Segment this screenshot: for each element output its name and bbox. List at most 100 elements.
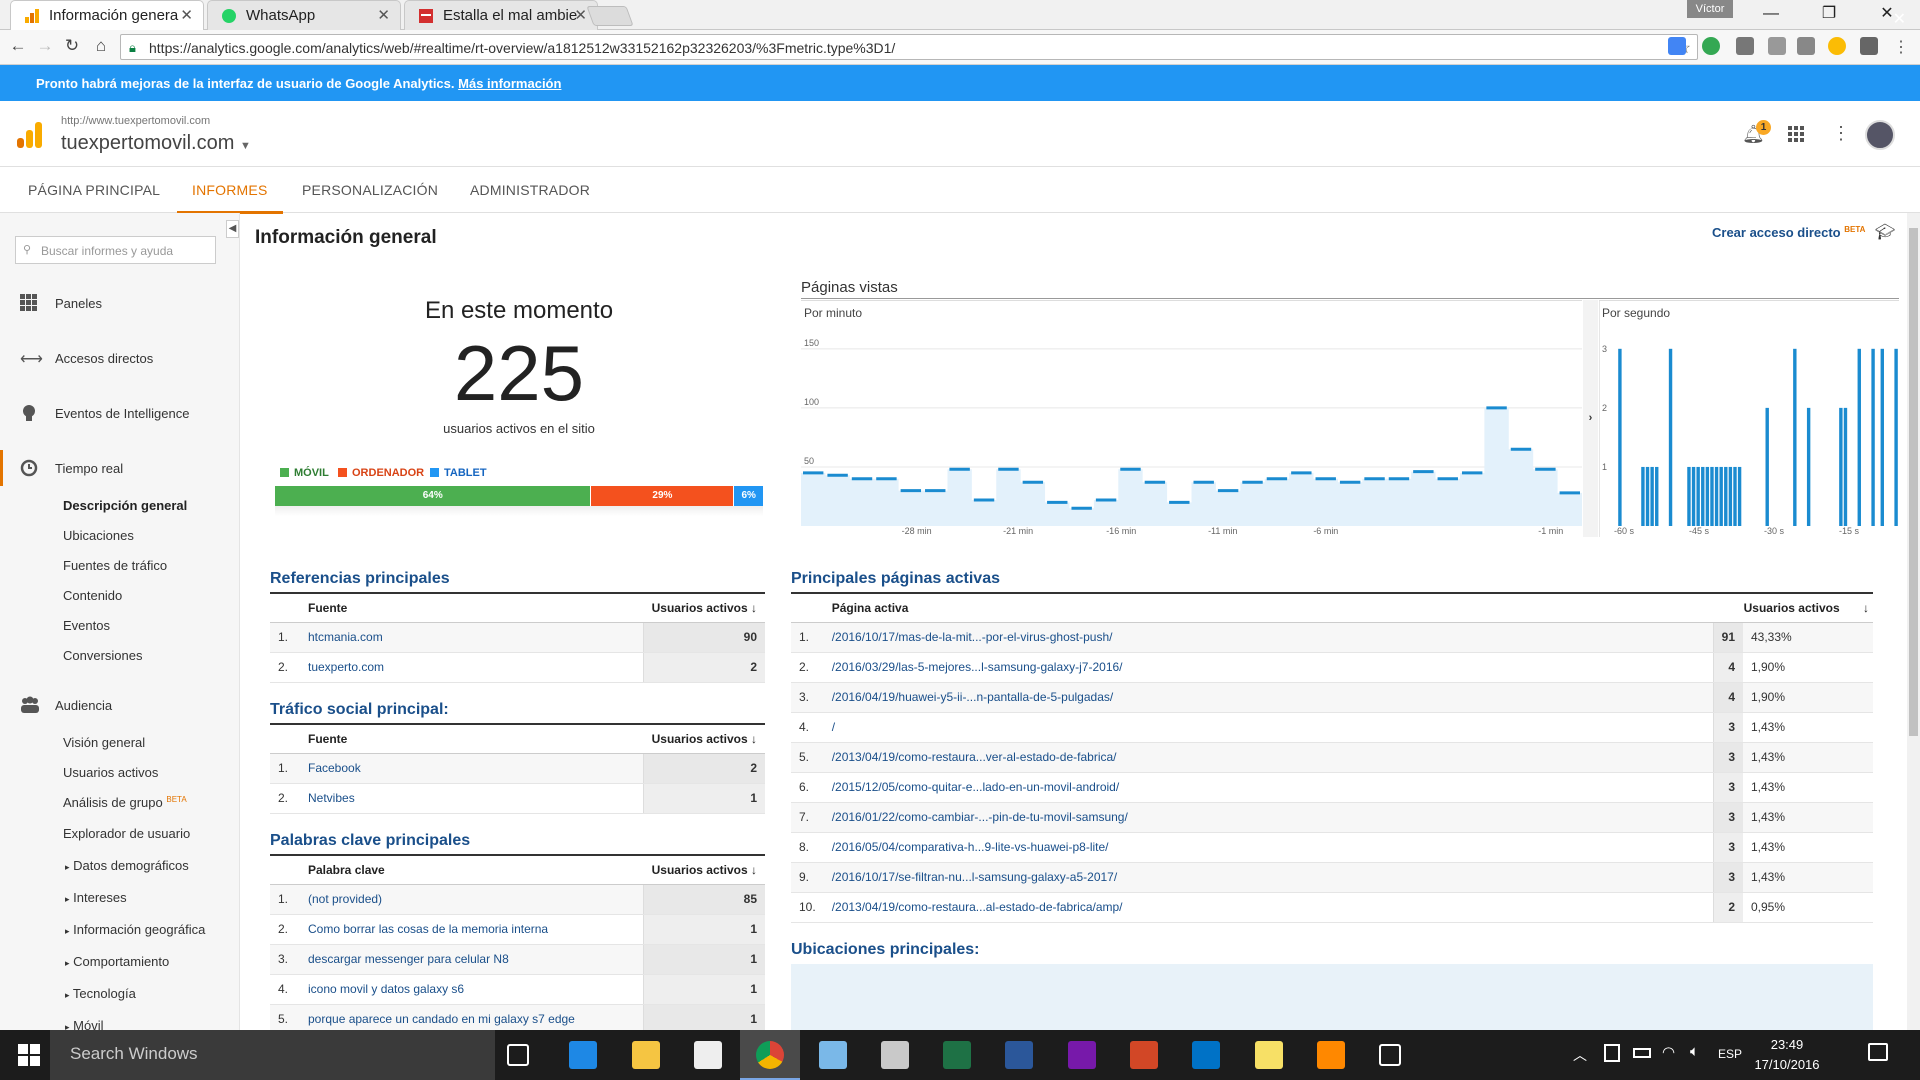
second-bar[interactable]	[1765, 407, 1769, 526]
second-bar[interactable]	[1618, 348, 1622, 526]
sidebar-item-intelligence[interactable]: Eventos de Intelligence	[55, 406, 189, 421]
second-bar[interactable]	[1719, 466, 1723, 526]
scrollbar-thumb[interactable]	[1909, 228, 1918, 736]
sidebar-item-content[interactable]: Contenido	[63, 588, 122, 603]
forward-button[interactable]: →	[33, 35, 57, 59]
more-vert-icon[interactable]: ⋮	[1832, 123, 1850, 144]
paint-icon[interactable]	[818, 1041, 847, 1069]
extension-icon[interactable]	[1736, 37, 1754, 55]
locations-map[interactable]	[791, 964, 1873, 1030]
task-view-icon[interactable]	[507, 1044, 529, 1066]
device-icon[interactable]	[1604, 1044, 1620, 1062]
notifications-icon[interactable]	[1868, 1043, 1888, 1061]
sidebar-item-audience[interactable]: Audiencia	[55, 698, 112, 713]
row-page-link[interactable]: /2016/01/22/como-cambiar-...-pin-de-tu-m…	[823, 802, 1713, 833]
address-bar[interactable]: 🔒︎ https://analytics.google.com/analytic…	[120, 34, 1698, 60]
apps-grid-icon[interactable]	[1788, 126, 1804, 145]
language-indicator[interactable]: ESP	[1718, 1047, 1742, 1061]
row-source-link[interactable]: tuexperto.com	[300, 652, 644, 683]
row-page-link[interactable]: /2016/10/17/mas-de-la-mit...-por-el-viru…	[823, 622, 1713, 653]
second-bar[interactable]	[1733, 466, 1737, 526]
sidebar-group-demographics[interactable]: ▸ Datos demográficos	[65, 858, 189, 873]
row-page-link[interactable]: /2015/12/05/como-quitar-e...lado-en-un-m…	[823, 772, 1713, 803]
second-bar[interactable]	[1701, 466, 1705, 526]
keyword-column-header[interactable]: Palabra clave	[300, 854, 644, 885]
edge-icon[interactable]	[569, 1041, 598, 1069]
second-bar[interactable]	[1880, 348, 1884, 526]
row-page-link[interactable]: /2013/04/19/como-restaura...al-estado-de…	[823, 892, 1713, 923]
second-bar[interactable]	[1650, 466, 1654, 526]
volume-icon[interactable]: 🔈︎	[1690, 1043, 1699, 1060]
sidebar-item-events[interactable]: Eventos	[63, 618, 110, 633]
banner-link[interactable]: Más información	[458, 76, 561, 91]
sidebar-group-interests[interactable]: ▸ Intereses	[65, 890, 127, 905]
minimize-button[interactable]: —	[1748, 0, 1794, 30]
home-button[interactable]: ⌂	[89, 35, 113, 59]
source-column-header[interactable]: Fuente	[300, 723, 644, 754]
second-bar[interactable]	[1894, 348, 1898, 526]
sidebar-item-cohort[interactable]: Análisis de grupo BETA	[63, 795, 187, 810]
row-source-link[interactable]: Netvibes	[300, 783, 644, 814]
back-button[interactable]: ←	[6, 35, 30, 59]
second-bar[interactable]	[1710, 466, 1714, 526]
tab-admin[interactable]: ADMINISTRADOR	[470, 182, 590, 198]
row-keyword-link[interactable]: descargar messenger para celular N8	[300, 944, 644, 975]
row-source-link[interactable]: Facebook	[300, 753, 644, 784]
collapse-sidebar-button[interactable]: ◀	[226, 220, 239, 238]
second-bar[interactable]	[1668, 348, 1673, 526]
source-column-header[interactable]: Fuente	[300, 592, 644, 623]
close-icon[interactable]: ✕	[377, 6, 390, 24]
sidebar-item-shortcuts[interactable]: Accesos directos	[55, 351, 153, 366]
chrome-icon[interactable]	[756, 1041, 785, 1069]
settings-icon[interactable]	[1379, 1044, 1402, 1066]
battery-icon[interactable]	[1633, 1048, 1651, 1058]
snipping-icon[interactable]	[880, 1041, 909, 1069]
tab-analytics[interactable]: Información genera ✕	[10, 0, 204, 31]
wifi-icon[interactable]: ◠	[1662, 1043, 1675, 1061]
extension-icon[interactable]	[1702, 37, 1720, 55]
sidebar-item-audience-overview[interactable]: Visión general	[63, 735, 145, 750]
row-page-link[interactable]: /2016/03/29/las-5-mejores...l-samsung-ga…	[823, 652, 1713, 683]
sidebar-item-locations[interactable]: Ubicaciones	[63, 528, 134, 543]
menu-icon[interactable]: ⋮	[1893, 37, 1909, 57]
second-bar[interactable]	[1737, 466, 1742, 526]
second-bar[interactable]	[1857, 348, 1861, 526]
page-column-header[interactable]: Página activa	[823, 592, 1713, 623]
tab-reports[interactable]: INFORMES	[177, 182, 283, 214]
reload-button[interactable]: ↻	[60, 35, 84, 59]
second-bar[interactable]	[1691, 466, 1696, 526]
users-column-header[interactable]: Usuarios activos ↓	[643, 723, 765, 754]
sidebar-item-realtime[interactable]: Tiempo real	[55, 461, 123, 476]
second-bar[interactable]	[1705, 466, 1710, 526]
users-column-header[interactable]: Usuarios activos ↓	[1713, 592, 1873, 623]
second-bar[interactable]	[1687, 466, 1691, 526]
row-page-link[interactable]: /2016/05/04/comparativa-h...9-lite-vs-hu…	[823, 832, 1713, 863]
row-keyword-link[interactable]: icono movil y datos galaxy s6	[300, 974, 644, 1005]
sidebar-group-behavior[interactable]: ▸ Comportamiento	[65, 954, 169, 969]
row-keyword-link[interactable]: (not provided)	[300, 884, 644, 915]
tab-customization[interactable]: PERSONALIZACIÓN	[302, 182, 438, 198]
google-analytics-logo-icon[interactable]	[17, 122, 43, 151]
tab-news[interactable]: Estalla el mal ambie ✕	[404, 0, 598, 30]
avatar[interactable]	[1865, 120, 1895, 150]
close-icon[interactable]: ✕	[574, 6, 587, 24]
tab-home[interactable]: PÁGINA PRINCIPAL	[28, 182, 160, 198]
profile-chip[interactable]: Víctor	[1687, 0, 1733, 18]
sidebar-group-geo[interactable]: ▸ Información geográfica	[65, 922, 205, 937]
sidebar-item-user-explorer[interactable]: Explorador de usuario	[63, 826, 190, 841]
extension-icon[interactable]	[1768, 37, 1786, 55]
sidebar-item-overview[interactable]: Descripción general	[63, 498, 187, 513]
outlook-icon[interactable]	[1192, 1041, 1221, 1069]
extension-icon[interactable]	[1797, 37, 1815, 55]
second-bar[interactable]	[1655, 466, 1659, 526]
tab-whatsapp[interactable]: WhatsApp ✕	[207, 0, 401, 30]
second-bar[interactable]	[1696, 466, 1700, 526]
sidebar-item-active-users[interactable]: Usuarios activos	[63, 765, 158, 780]
second-bar[interactable]	[1839, 407, 1843, 526]
windows-start-icon[interactable]	[18, 1044, 40, 1069]
second-bar[interactable]	[1806, 407, 1811, 526]
users-column-header[interactable]: Usuarios activos ↓	[643, 854, 765, 885]
cast-icon[interactable]	[1860, 37, 1878, 55]
store-icon[interactable]	[693, 1041, 722, 1069]
second-bar[interactable]	[1793, 348, 1797, 526]
